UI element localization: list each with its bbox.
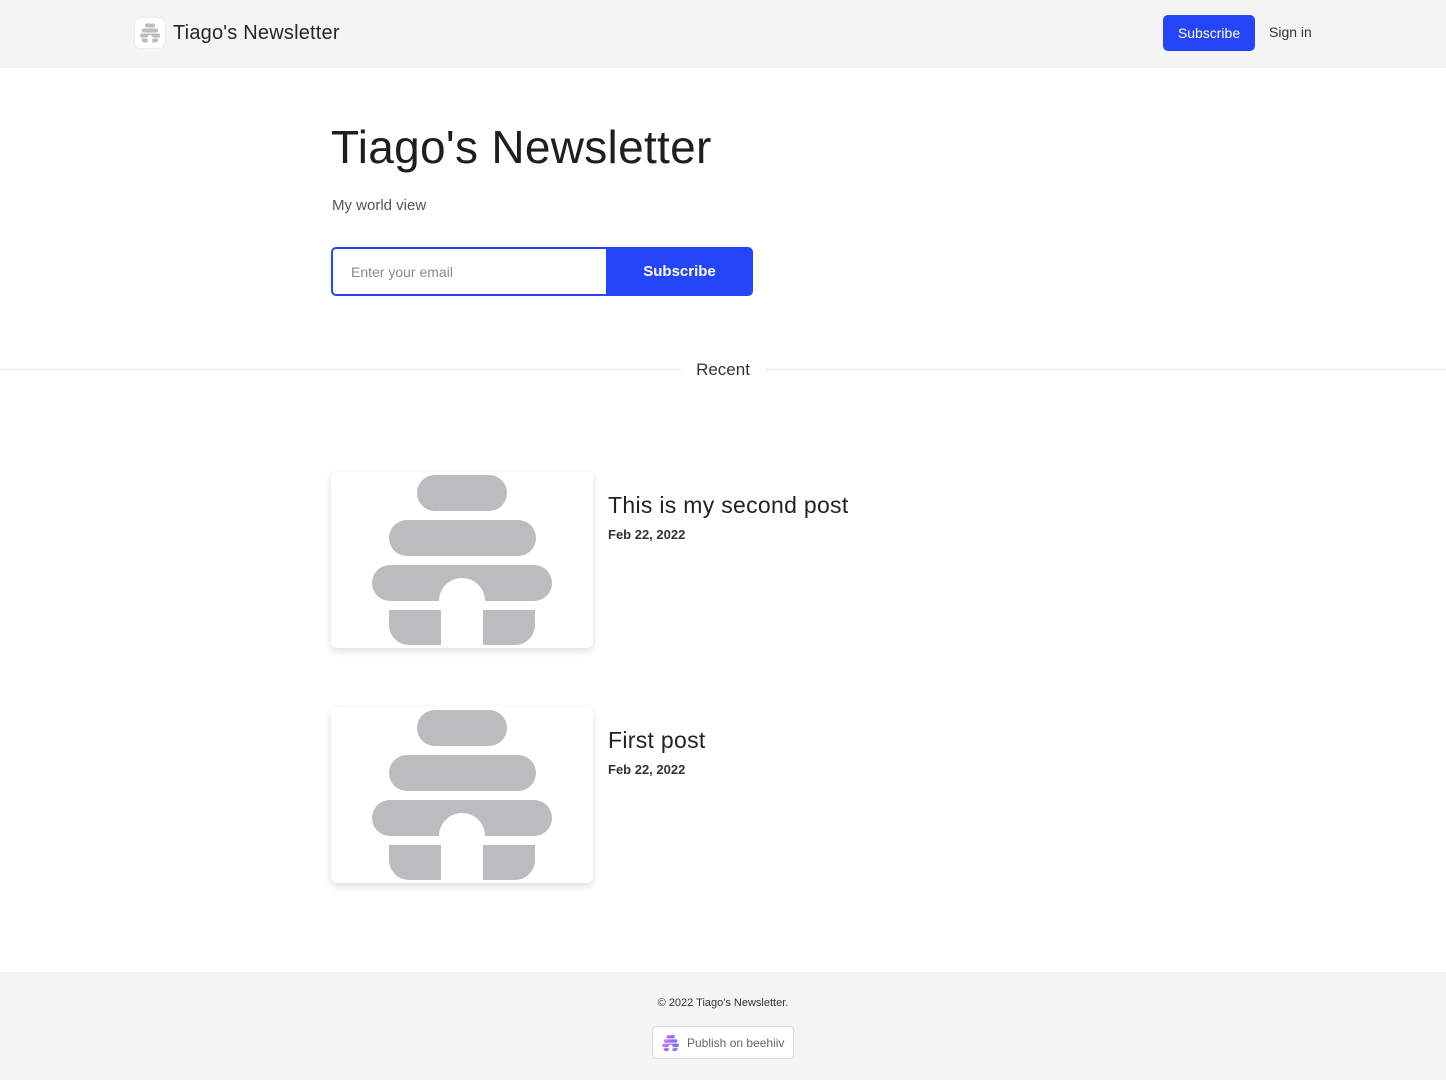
header-subscribe-button[interactable]: Subscribe (1163, 15, 1255, 51)
post-title[interactable]: First post (608, 727, 706, 754)
footer: © 2022 Tiago's Newsletter. Publish on be… (0, 972, 1446, 1080)
post-date: Feb 22, 2022 (608, 762, 686, 777)
brand-name: Tiago's Newsletter (173, 21, 340, 44)
post-title[interactable]: This is my second post (608, 492, 849, 519)
newsletter-description: My world view (332, 197, 427, 214)
top-navbar: Tiago's Newsletter Subscribe Sign in (0, 0, 1446, 68)
beehive-logo-icon (135, 18, 165, 48)
publish-on-beehiiv-badge[interactable]: Publish on beehiiv (652, 1026, 794, 1059)
post-card[interactable]: This is my second post Feb 22, 2022 (331, 472, 1031, 648)
subscribe-button[interactable]: Subscribe (606, 247, 753, 296)
post-date: Feb 22, 2022 (608, 527, 686, 542)
post-thumbnail (331, 472, 593, 648)
copyright-text: © 2022 Tiago's Newsletter. (657, 997, 789, 1009)
beehiiv-badge-label: Publish on beehiiv (687, 1035, 785, 1050)
section-heading-recent: Recent (681, 358, 765, 382)
beehive-placeholder-icon (372, 475, 552, 645)
subscribe-form: Subscribe (331, 247, 753, 296)
page-title: Tiago's Newsletter (331, 121, 712, 173)
brand-home-link[interactable]: Tiago's Newsletter (135, 17, 340, 49)
post-thumbnail (331, 707, 593, 883)
sign-in-link[interactable]: Sign in (1269, 24, 1312, 40)
beehive-placeholder-icon (372, 710, 552, 880)
email-input[interactable] (331, 247, 606, 296)
beehiiv-logo-icon (662, 1034, 679, 1051)
post-card[interactable]: First post Feb 22, 2022 (331, 707, 1031, 883)
